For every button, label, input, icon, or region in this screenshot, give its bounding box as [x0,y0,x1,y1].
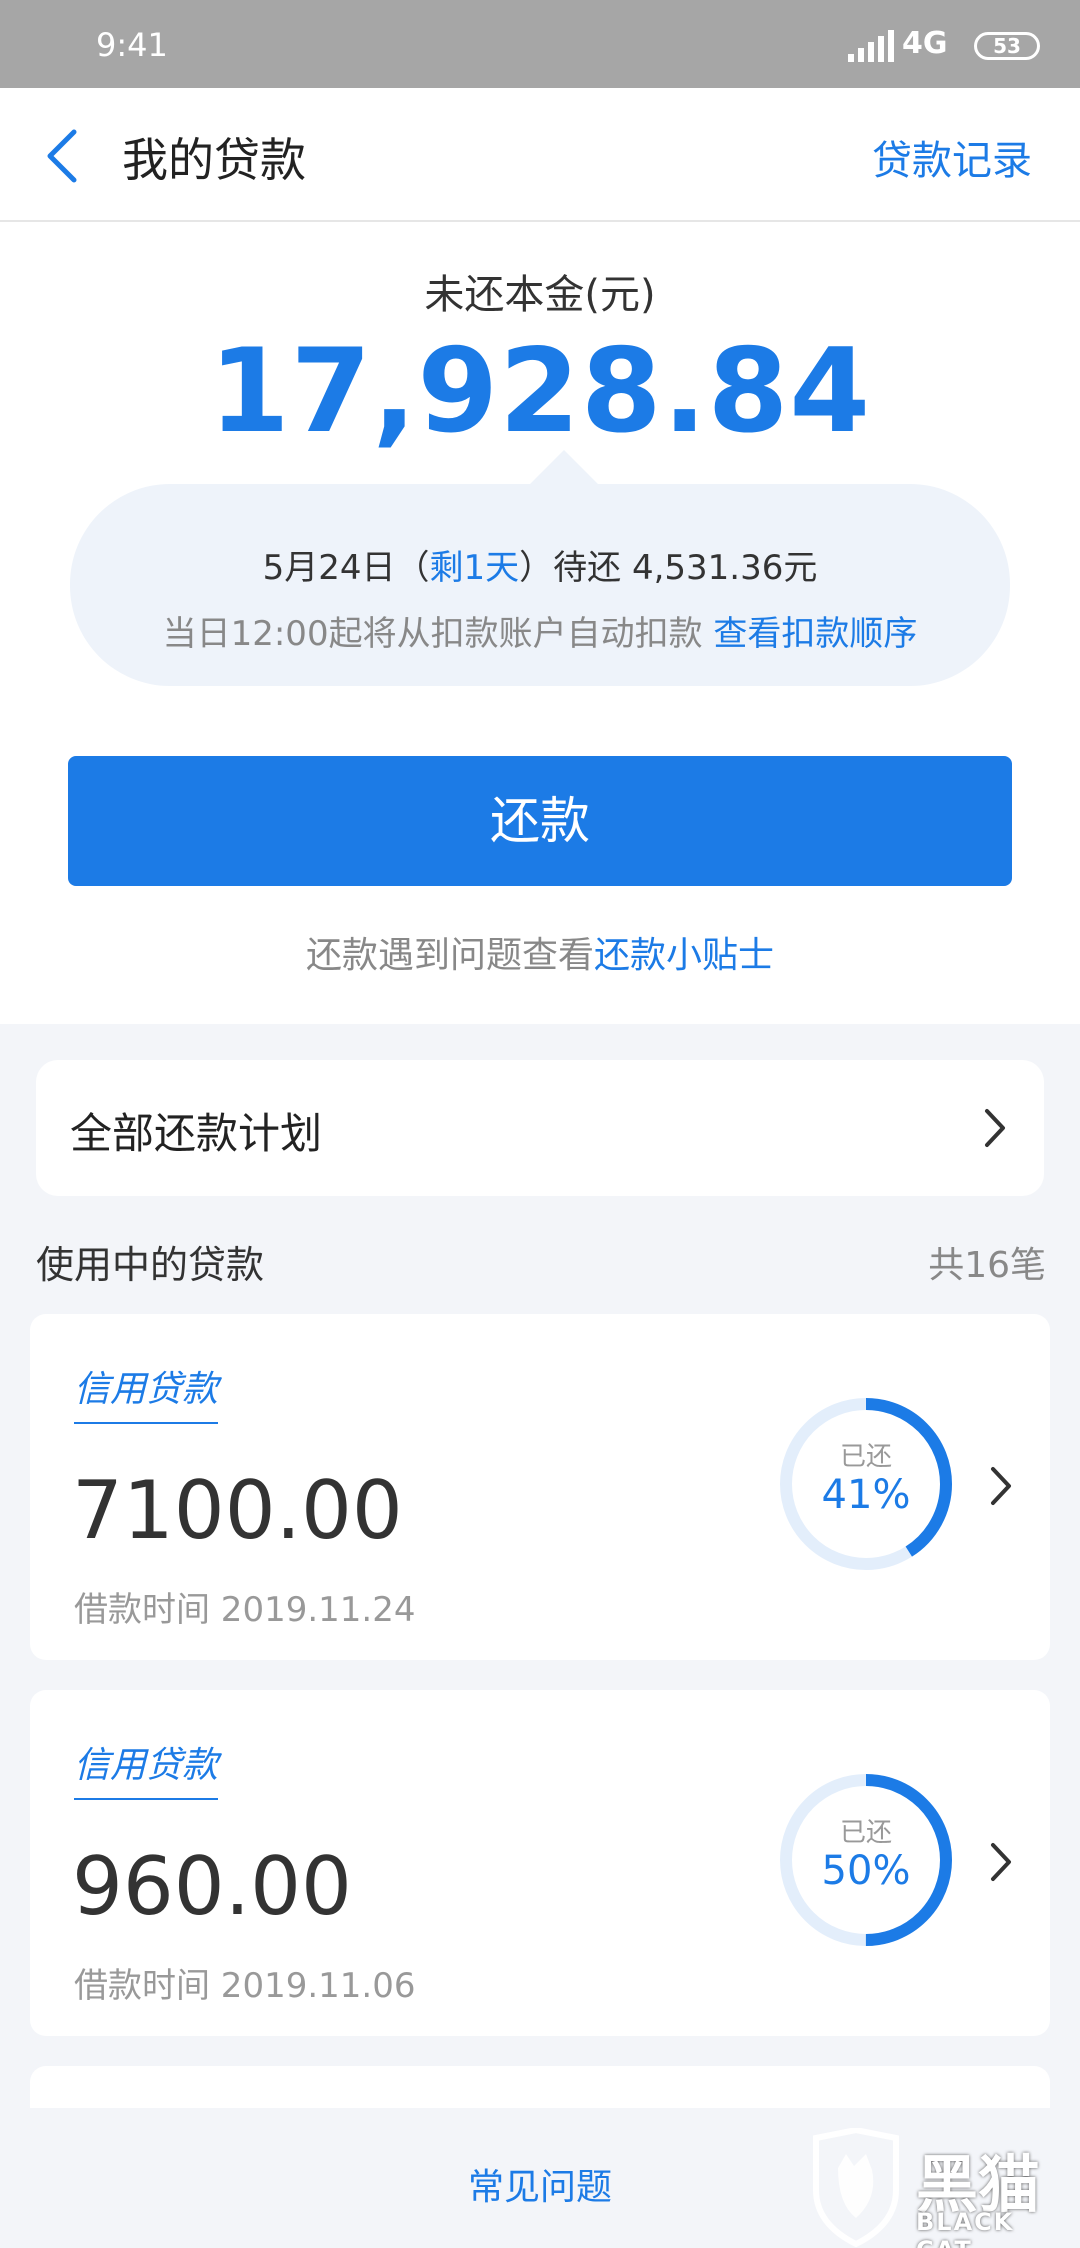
repaid-label: 已还 [839,1442,892,1472]
loan-card[interactable]: 信用贷款 7100.00 借款时间 2019.11.24 已还 41% [30,1314,1050,1660]
repayment-plan-label: 全部还款计划 [70,1109,323,1158]
battery-icon: 53 [974,32,1040,60]
repayment-plan-row[interactable]: 全部还款计划 [36,1060,1044,1196]
status-bar: 9:41 4G 53 [0,0,1080,88]
cat-shield-logo [813,2128,899,2248]
active-loans-count: 共16笔 [928,1245,1046,1286]
active-loans-title: 使用中的贷款 [36,1243,265,1287]
loan-card[interactable]: 信用贷款 960.00 借款时间 2019.11.06 已还 50% [30,1690,1050,2036]
loan-date: 借款时间 2019.11.06 [74,1966,416,2006]
loan-amount: 7100.00 [72,1464,403,1557]
signal-icon [848,30,894,62]
repay-tips: 还款遇到问题查看还款小贴士 [0,926,1080,978]
watermark-en: BLACK CAT [916,2208,1015,2248]
due-date: 5月24日（ [262,548,430,588]
auto-debit-text: 当日12:00起将从扣款账户自动扣款 [162,614,714,654]
back-arrow-icon[interactable] [40,126,86,186]
status-time: 9:41 [96,26,168,64]
loan-type: 信用贷款 [74,1745,219,1786]
black-cat-watermark: 黑猫 BLACK CAT [808,2128,1080,2248]
tips-text: 还款遇到问题查看 [305,935,594,976]
page-title: 我的贷款 [122,133,306,187]
repaid-label: 已还 [839,1818,892,1848]
loan-summary: 未还本金(元) 17,928.84 5月24日（剩1天）待还 4,531.36元… [0,222,1080,1024]
loan-type-underline [74,1798,218,1800]
chevron-right-icon [991,1843,1011,1881]
due-amount: ）待还 4,531.36元 [519,548,818,588]
loan-type-underline [74,1422,218,1424]
loan-date: 借款时间 2019.11.24 [74,1590,416,1630]
principal-label: 未还本金(元) [424,272,656,318]
repay-tips-link[interactable]: 还款小贴士 [594,935,774,976]
nav-bar: 我的贷款 贷款记录 [0,88,1080,222]
repaid-percent: 50% [821,1848,911,1894]
days-remaining: 剩1天 [429,548,520,588]
loan-record-link[interactable]: 贷款记录 [872,128,1032,186]
debit-order-link[interactable]: 查看扣款顺序 [713,614,917,654]
auto-debit-line: 当日12:00起将从扣款账户自动扣款 查看扣款顺序 [70,606,1010,655]
due-info-line: 5月24日（剩1天）待还 4,531.36元 [70,540,1010,589]
chevron-right-icon [985,1109,1005,1147]
due-info-bubble: 5月24日（剩1天）待还 4,531.36元 当日12:00起将从扣款账户自动扣… [70,484,1010,686]
principal-amount: 17,928.84 [208,324,872,459]
network-type: 4G [902,26,948,61]
loan-amount: 960.00 [72,1840,352,1933]
loan-type: 信用贷款 [74,1369,219,1410]
repaid-percent: 41% [821,1472,911,1518]
repay-button[interactable]: 还款 [68,756,1012,886]
chevron-right-icon [991,1467,1011,1505]
